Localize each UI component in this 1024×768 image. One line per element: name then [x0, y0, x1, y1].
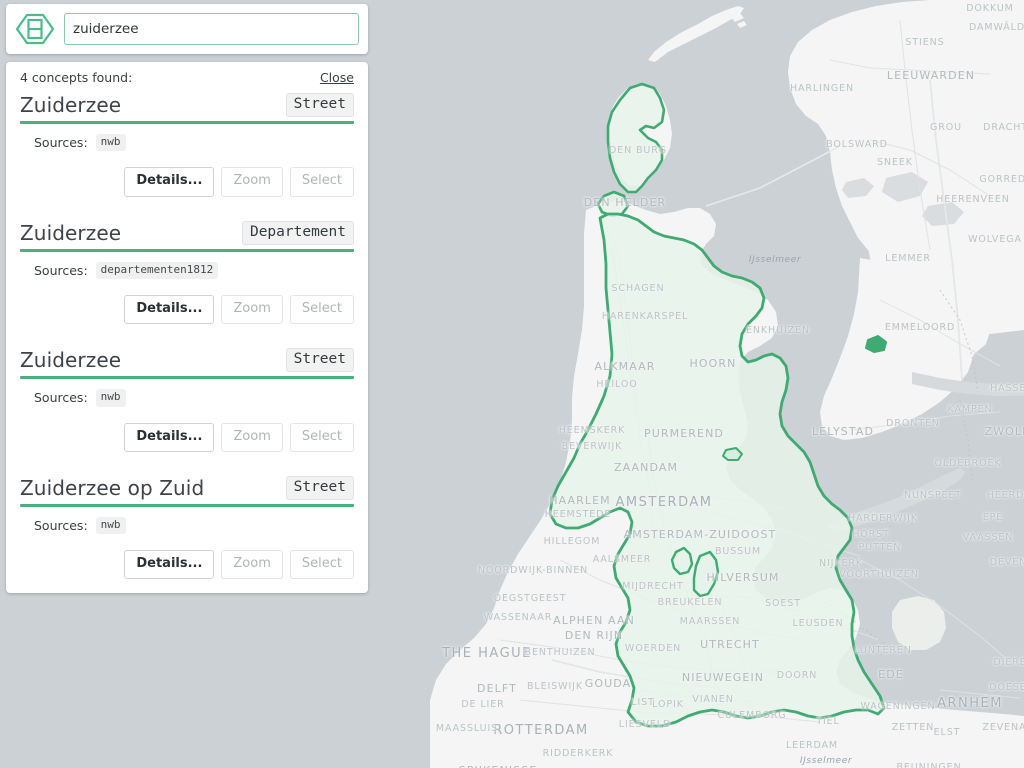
select-button[interactable]: Select [289, 167, 354, 197]
zoom-button[interactable]: Zoom [221, 294, 283, 325]
search-input[interactable] [64, 13, 359, 45]
sources-label: Sources: [34, 135, 88, 151]
result-sources: Sources: departementen1812 [20, 260, 354, 279]
result-title: Zuiderzee op Zuid [20, 476, 205, 501]
zoom-button[interactable]: Zoom [221, 422, 283, 452]
highlight-lobe-loosdrecht[interactable] [670, 546, 694, 576]
result-type-badge: Street [285, 93, 354, 118]
select-button[interactable]: Select [289, 422, 354, 452]
result-divider [20, 248, 354, 252]
result-actions: Details... Zoom Select [20, 407, 354, 452]
result-type-badge: Street [285, 348, 354, 373]
sources-label: Sources: [34, 518, 88, 534]
result-card: Zuiderzee op Zuid Street Sources: nwb Detail… [6, 472, 368, 580]
result-actions: Details... Zoom Select [20, 151, 354, 197]
results-header: 4 concepts found: Close [6, 62, 368, 89]
result-title: Zuiderzee [20, 348, 122, 373]
result-title: Zuiderzee [20, 93, 122, 118]
result-card-header: Zuiderzee op Zuid Street [20, 475, 354, 504]
result-title: Zuiderzee [20, 220, 122, 245]
search-panel [6, 4, 368, 54]
result-card: Zuiderzee Departement Sources: departemente… [6, 217, 368, 325]
result-actions: Details... Zoom Select [20, 279, 354, 325]
details-button[interactable]: Details... [124, 422, 215, 452]
result-card-header: Zuiderzee Departement [20, 220, 354, 249]
result-type-badge: Departement [241, 220, 354, 245]
sources-label: Sources: [34, 390, 88, 406]
zoom-button[interactable]: Zoom [221, 167, 283, 197]
result-card-header: Zuiderzee Street [20, 93, 354, 121]
application-root: IJsselmeer IJsselmeer DEN BURG DEN HELDER… [0, 0, 1024, 768]
result-divider [20, 504, 354, 508]
result-card: Zuiderzee Street Sources: nwb Details... Zoom… [6, 344, 368, 452]
details-button[interactable]: Details... [124, 294, 215, 325]
source-tag: nwb [95, 134, 126, 152]
search-results-panel: 4 concepts found: Close Zuiderzee Street S… [6, 62, 368, 594]
result-sources: Sources: nwb [20, 515, 354, 535]
result-divider [20, 121, 354, 125]
result-actions: Details... Zoom Select [20, 534, 354, 580]
result-sources: Sources: nwb [20, 387, 354, 407]
result-sources: Sources: nwb [20, 132, 354, 152]
highlight-marken[interactable] [722, 447, 743, 461]
results-count-label: 4 concepts found: [20, 70, 133, 85]
close-results-link[interactable]: Close [320, 70, 354, 85]
result-card: Zuiderzee Street Sources: nwb Details... Zoom… [6, 89, 368, 197]
result-type-badge: Street [285, 475, 354, 501]
source-tag: nwb [95, 389, 126, 407]
select-button[interactable]: Select [289, 294, 354, 325]
source-tag: nwb [95, 517, 126, 535]
details-button[interactable]: Details... [124, 167, 215, 197]
sources-label: Sources: [34, 262, 88, 278]
hexagon-h-logo-icon[interactable] [15, 12, 55, 46]
select-button[interactable]: Select [289, 550, 354, 580]
details-button[interactable]: Details... [124, 550, 215, 580]
sidebar: 4 concepts found: Close Zuiderzee Street S… [6, 4, 368, 594]
result-card-list: Zuiderzee Street Sources: nwb Details... Zoom… [6, 89, 368, 580]
result-card-header: Zuiderzee Street [20, 348, 354, 376]
zoom-button[interactable]: Zoom [221, 550, 283, 580]
source-tag: departementen1812 [95, 261, 219, 279]
result-divider [20, 376, 354, 380]
